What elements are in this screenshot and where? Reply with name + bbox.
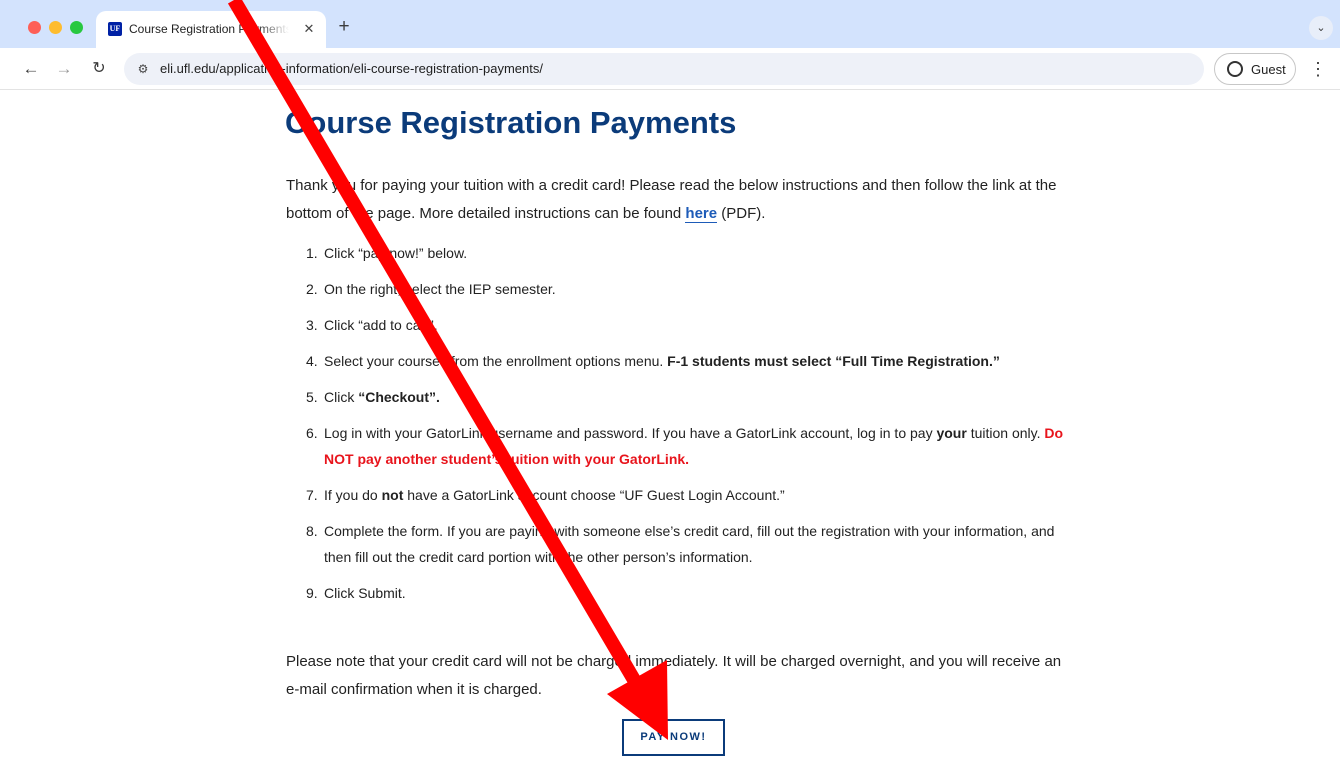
address-bar[interactable]: ⚙ eli.ufl.edu/application-information/el… [124,53,1204,85]
window-minimize-button[interactable] [49,21,62,34]
instructions-list: 1. Click “pay now!” below. 2. On the right… [306,240,1064,616]
step-number: 1. [306,245,318,261]
tab-strip: UF Course Registration Payments ✕ + ⌄ [0,0,1340,48]
list-item: 7. If you do not have a GatorLink account… [306,482,1064,508]
page-title: Course Registration Payments [285,105,737,140]
list-item: 1. Click “pay now!” below. [306,240,1064,266]
tab-search-chevron-icon[interactable]: ⌄ [1309,16,1333,40]
step-text: Click “add to cart”. [324,317,438,333]
uf-favicon-icon: UF [108,22,122,36]
list-item: 2. On the right, select the IEP semester. [306,276,1064,302]
list-item: 5. Click “Checkout”. [306,384,1064,410]
list-item: 4. Select your courses from the enrollmen… [306,348,1064,374]
step-text: Select your courses from the enrollment … [324,353,668,369]
step-text: On the right, select the IEP semester. [324,281,556,297]
step-bold-text: your [936,425,967,441]
intro-text: Thank you for paying your tuition with a… [286,177,1057,222]
page-content: Course Registration Payments Thank you f… [0,91,1340,765]
step-text: Click [324,389,359,405]
profile-label: Guest [1251,62,1286,77]
window-close-button[interactable] [28,21,41,34]
step-text: Log in with your GatorLink username and … [324,425,937,441]
step-bold-text: F-1 students must select “Full Time Regi… [667,353,1000,369]
browser-toolbar: ← → ↻ ⚙ eli.ufl.edu/application-informat… [0,48,1340,90]
list-item: 9. Click Submit. [306,580,1064,606]
instructions-pdf-link[interactable]: here [685,205,718,223]
reload-icon[interactable]: ↻ [88,58,110,80]
back-arrow-icon[interactable]: ← [20,58,42,80]
intro-paragraph: Thank you for paying your tuition with a… [286,172,1066,228]
step-bold-text: not [381,487,404,503]
list-item: 8. Complete the form. If you are paying w… [306,518,1064,570]
browser-menu-icon[interactable]: ⋮ [1308,58,1328,80]
step-number: 7. [306,487,318,503]
step-text: Click “pay now!” below. [324,245,468,261]
step-number: 3. [306,317,318,333]
new-tab-button[interactable]: + [334,17,354,37]
step-number: 5. [306,389,318,405]
window-maximize-button[interactable] [70,21,83,34]
intro-text-end: (PDF). [717,205,766,222]
forward-arrow-icon[interactable]: → [53,58,75,80]
step-number: 9. [306,585,318,601]
step-text: Click Submit. [324,585,406,601]
step-text-continued: tuition only. [966,425,1045,441]
tab-title: Course Registration Payments [129,22,289,36]
list-item: 6. Log in with your GatorLink username an… [306,420,1064,472]
profile-avatar-icon [1227,61,1243,77]
tab-close-icon[interactable]: ✕ [300,20,318,38]
site-settings-icon[interactable]: ⚙ [134,60,152,78]
pay-now-button[interactable]: PAY NOW! [622,719,725,756]
step-number: 8. [306,523,318,539]
step-text: Complete the form. If you are paying wit… [324,523,1055,565]
browser-tab-active[interactable]: UF Course Registration Payments ✕ [96,11,326,48]
step-number: 4. [306,353,318,369]
step-bold-text: “Checkout”. [358,389,440,405]
step-number: 6. [306,425,318,441]
list-item: 3. Click “add to cart”. [306,312,1064,338]
profile-button[interactable]: Guest [1214,53,1296,85]
charge-note-paragraph: Please note that your credit card will n… [286,653,1062,698]
url-text[interactable]: eli.ufl.edu/application-information/eli-… [160,61,543,76]
step-number: 2. [306,281,318,297]
step-text-continued: have a GatorLink account choose “UF Gues… [403,487,785,503]
step-text: If you do [324,487,382,503]
